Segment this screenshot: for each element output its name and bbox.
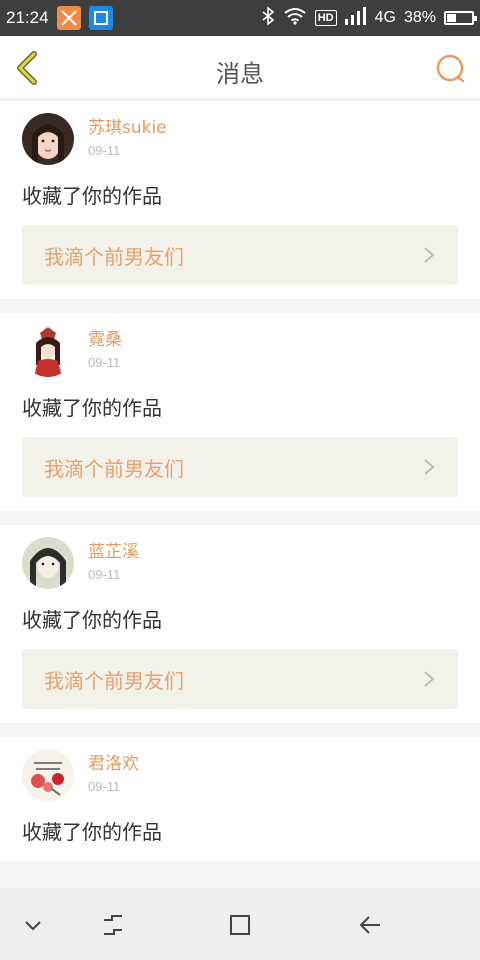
- hide-nav-button[interactable]: [18, 910, 48, 940]
- app-header: 消息: [0, 36, 480, 100]
- network-type: 4G: [374, 9, 396, 26]
- avatar[interactable]: [22, 749, 74, 801]
- action-text: 收藏了你的作品: [22, 396, 162, 420]
- avatar[interactable]: [22, 325, 74, 377]
- username[interactable]: 蓝芷溪: [88, 541, 139, 563]
- recent-apps-button[interactable]: [98, 910, 128, 940]
- system-nav-bar: [0, 888, 480, 960]
- home-button[interactable]: [225, 910, 255, 940]
- message-card: 苏琪sukie 09-11 收藏了你的作品 我滴个前男友们: [0, 101, 480, 299]
- timestamp: 09-11: [88, 143, 121, 158]
- signal-icon: [344, 6, 367, 30]
- notification-app-icon: [56, 6, 81, 30]
- timestamp: 09-11: [88, 779, 121, 794]
- bluetooth-icon: [261, 5, 275, 31]
- timestamp: 09-11: [88, 355, 121, 370]
- search-button[interactable]: [432, 50, 470, 88]
- screenshot-icon: [88, 6, 113, 30]
- home-icon: [230, 915, 250, 935]
- search-icon: [436, 54, 465, 83]
- timestamp: 09-11: [88, 567, 121, 582]
- chevron-down-icon: [25, 921, 41, 931]
- chevron-right-icon: [424, 671, 435, 687]
- work-title: 我滴个前男友们: [44, 456, 184, 481]
- username[interactable]: 苏琪sukie: [88, 117, 167, 139]
- avatar[interactable]: [22, 537, 74, 589]
- work-title: 我滴个前男友们: [44, 668, 184, 693]
- back-arrow-icon: [359, 916, 380, 934]
- message-card: 霓桑 09-11 收藏了你的作品 我滴个前男友们: [0, 313, 480, 511]
- battery-percent: 38%: [403, 9, 436, 26]
- status-time: 21:24: [6, 8, 49, 27]
- action-text: 收藏了你的作品: [22, 608, 162, 632]
- avatar[interactable]: [22, 113, 74, 165]
- page-title: 消息: [216, 60, 264, 88]
- chevron-right-icon: [424, 459, 435, 475]
- action-text: 收藏了你的作品: [22, 820, 162, 844]
- recent-apps-icon: [104, 915, 122, 935]
- status-bar: 21:24 HD 4G 38%: [0, 0, 480, 36]
- username[interactable]: 霓桑: [88, 329, 122, 351]
- work-title: 我滴个前男友们: [44, 244, 184, 269]
- chevron-right-icon: [424, 247, 435, 263]
- work-link[interactable]: 我滴个前男友们: [22, 437, 458, 497]
- back-nav-button[interactable]: [355, 910, 385, 940]
- work-link[interactable]: 我滴个前男友们: [22, 225, 458, 285]
- message-card: 君洛欢 09-11 收藏了你的作品: [0, 737, 480, 861]
- battery-icon: [444, 11, 477, 25]
- work-link[interactable]: 我滴个前男友们: [22, 649, 458, 709]
- message-list: 苏琪sukie 09-11 收藏了你的作品 我滴个前男友们 霓桑 09-11 收…: [0, 101, 480, 875]
- hd-badge: HD: [314, 10, 337, 26]
- action-text: 收藏了你的作品: [22, 184, 162, 208]
- message-card: 蓝芷溪 09-11 收藏了你的作品 我滴个前男友们: [0, 525, 480, 723]
- wifi-icon: [283, 7, 307, 30]
- username[interactable]: 君洛欢: [88, 753, 139, 775]
